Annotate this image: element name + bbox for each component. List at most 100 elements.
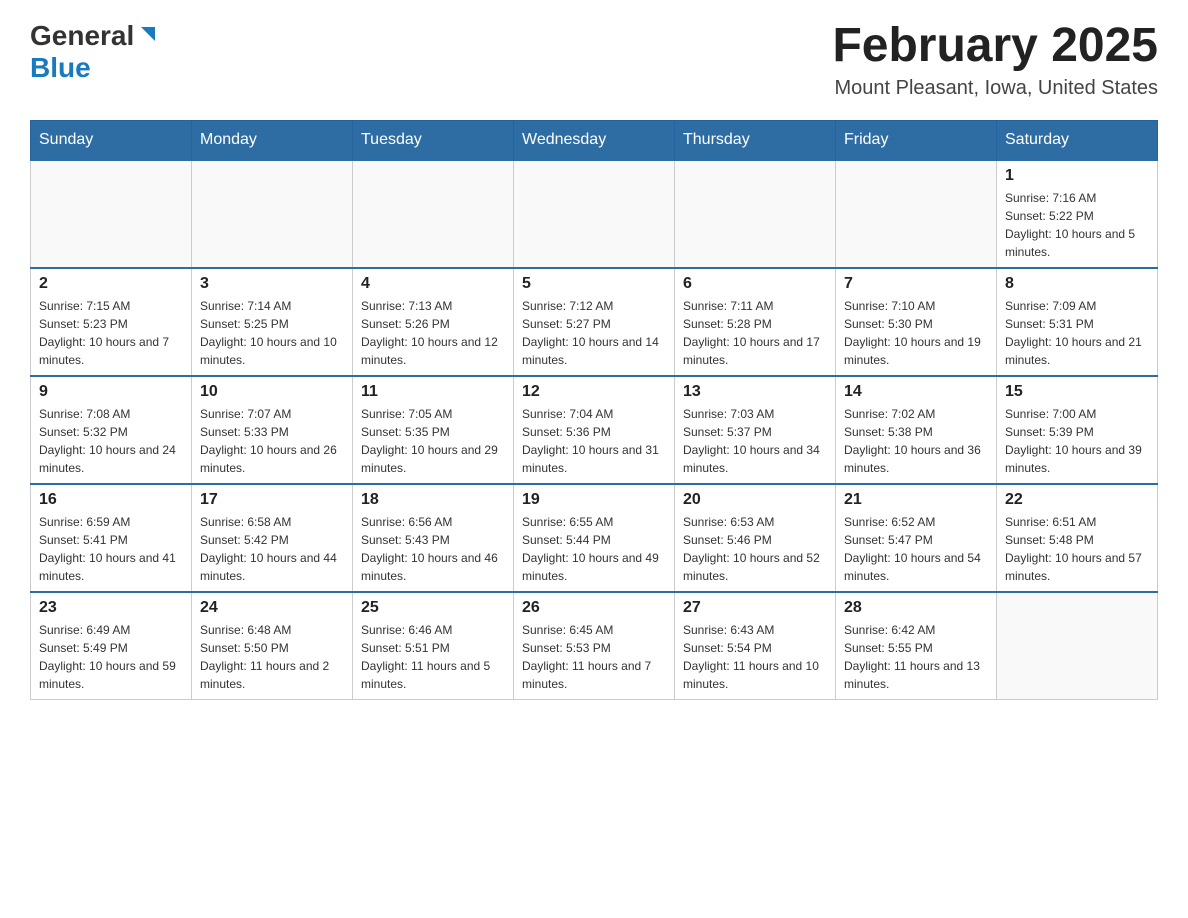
calendar-week-3: 9 Sunrise: 7:08 AMSunset: 5:32 PMDaylight…: [31, 376, 1158, 484]
calendar-cell: 16Sunrise: 6:59 AMSunset: 5:41 PMDayligh…: [31, 484, 192, 592]
logo-arrow-icon: [137, 23, 159, 50]
calendar-cell: 14 Sunrise: 7:02 AMSunset: 5:38 PMDayligh…: [836, 376, 997, 484]
calendar-cell: 5 Sunrise: 7:12 AMSunset: 5:27 PMDaylight…: [514, 268, 675, 376]
day-number: 16: [39, 491, 183, 509]
col-sunday: Sunday: [31, 120, 192, 160]
day-number: 18: [361, 491, 505, 509]
day-info: Sunrise: 7:05 AMSunset: 5:35 PMDaylight:…: [361, 405, 505, 477]
calendar-week-1: 1 Sunrise: 7:16 AMSunset: 5:22 PMDaylight…: [31, 160, 1158, 268]
calendar-cell: [997, 592, 1158, 700]
day-number: 28: [844, 599, 988, 617]
day-info: Sunrise: 7:09 AMSunset: 5:31 PMDaylight:…: [1005, 297, 1149, 369]
day-info: Sunrise: 6:42 AMSunset: 5:55 PMDaylight:…: [844, 621, 988, 693]
day-number: 5: [522, 275, 666, 293]
day-number: 23: [39, 599, 183, 617]
calendar-cell: [675, 160, 836, 268]
calendar-week-4: 16Sunrise: 6:59 AMSunset: 5:41 PMDayligh…: [31, 484, 1158, 592]
calendar-cell: [353, 160, 514, 268]
day-number: 9: [39, 383, 183, 401]
calendar-cell: 18 Sunrise: 6:56 AMSunset: 5:43 PMDayligh…: [353, 484, 514, 592]
day-number: 7: [844, 275, 988, 293]
calendar-cell: 20Sunrise: 6:53 AMSunset: 5:46 PMDayligh…: [675, 484, 836, 592]
calendar-cell: 6 Sunrise: 7:11 AMSunset: 5:28 PMDaylight…: [675, 268, 836, 376]
calendar-cell: 27Sunrise: 6:43 AMSunset: 5:54 PMDayligh…: [675, 592, 836, 700]
day-info: Sunrise: 7:11 AMSunset: 5:28 PMDaylight:…: [683, 297, 827, 369]
logo-blue-text: Blue: [30, 52, 91, 83]
day-info: Sunrise: 6:43 AMSunset: 5:54 PMDaylight:…: [683, 621, 827, 693]
day-info: Sunrise: 7:08 AMSunset: 5:32 PMDaylight:…: [39, 405, 183, 477]
col-wednesday: Wednesday: [514, 120, 675, 160]
day-number: 3: [200, 275, 344, 293]
calendar-cell: 21Sunrise: 6:52 AMSunset: 5:47 PMDayligh…: [836, 484, 997, 592]
day-number: 12: [522, 383, 666, 401]
day-info: Sunrise: 7:12 AMSunset: 5:27 PMDaylight:…: [522, 297, 666, 369]
day-info: Sunrise: 6:46 AMSunset: 5:51 PMDaylight:…: [361, 621, 505, 693]
calendar-cell: 12 Sunrise: 7:04 AMSunset: 5:36 PMDayligh…: [514, 376, 675, 484]
calendar-cell: 2Sunrise: 7:15 AMSunset: 5:23 PMDaylight…: [31, 268, 192, 376]
calendar-table: Sunday Monday Tuesday Wednesday Thursday…: [30, 120, 1158, 700]
title-block: February 2025 Mount Pleasant, Iowa, Unit…: [832, 20, 1158, 100]
calendar-header-row: Sunday Monday Tuesday Wednesday Thursday…: [31, 120, 1158, 160]
day-number: 15: [1005, 383, 1149, 401]
calendar-cell: [514, 160, 675, 268]
day-number: 22: [1005, 491, 1149, 509]
day-number: 17: [200, 491, 344, 509]
day-info: Sunrise: 6:55 AMSunset: 5:44 PMDaylight:…: [522, 513, 666, 585]
day-number: 14: [844, 383, 988, 401]
day-number: 6: [683, 275, 827, 293]
day-number: 26: [522, 599, 666, 617]
day-number: 1: [1005, 167, 1149, 185]
day-number: 8: [1005, 275, 1149, 293]
calendar-cell: 7 Sunrise: 7:10 AMSunset: 5:30 PMDaylight…: [836, 268, 997, 376]
day-info: Sunrise: 6:45 AMSunset: 5:53 PMDaylight:…: [522, 621, 666, 693]
day-info: Sunrise: 6:58 AMSunset: 5:42 PMDaylight:…: [200, 513, 344, 585]
day-info: Sunrise: 7:00 AMSunset: 5:39 PMDaylight:…: [1005, 405, 1149, 477]
day-number: 4: [361, 275, 505, 293]
calendar-week-2: 2Sunrise: 7:15 AMSunset: 5:23 PMDaylight…: [31, 268, 1158, 376]
calendar-cell: 19 Sunrise: 6:55 AMSunset: 5:44 PMDayligh…: [514, 484, 675, 592]
day-number: 25: [361, 599, 505, 617]
day-number: 2: [39, 275, 183, 293]
calendar-cell: 28 Sunrise: 6:42 AMSunset: 5:55 PMDayligh…: [836, 592, 997, 700]
day-number: 10: [200, 383, 344, 401]
col-thursday: Thursday: [675, 120, 836, 160]
logo: General Blue: [30, 20, 159, 84]
day-info: Sunrise: 7:02 AMSunset: 5:38 PMDaylight:…: [844, 405, 988, 477]
calendar-cell: 13Sunrise: 7:03 AMSunset: 5:37 PMDayligh…: [675, 376, 836, 484]
calendar-cell: 25 Sunrise: 6:46 AMSunset: 5:51 PMDayligh…: [353, 592, 514, 700]
calendar-cell: 15 Sunrise: 7:00 AMSunset: 5:39 PMDayligh…: [997, 376, 1158, 484]
calendar-cell: 22 Sunrise: 6:51 AMSunset: 5:48 PMDayligh…: [997, 484, 1158, 592]
col-friday: Friday: [836, 120, 997, 160]
day-info: Sunrise: 7:10 AMSunset: 5:30 PMDaylight:…: [844, 297, 988, 369]
calendar-week-5: 23 Sunrise: 6:49 AMSunset: 5:49 PMDayligh…: [31, 592, 1158, 700]
day-info: Sunrise: 7:16 AMSunset: 5:22 PMDaylight:…: [1005, 189, 1149, 261]
calendar-cell: 9 Sunrise: 7:08 AMSunset: 5:32 PMDaylight…: [31, 376, 192, 484]
day-info: Sunrise: 6:56 AMSunset: 5:43 PMDaylight:…: [361, 513, 505, 585]
day-info: Sunrise: 7:04 AMSunset: 5:36 PMDaylight:…: [522, 405, 666, 477]
calendar-cell: 8 Sunrise: 7:09 AMSunset: 5:31 PMDaylight…: [997, 268, 1158, 376]
calendar-cell: 17 Sunrise: 6:58 AMSunset: 5:42 PMDayligh…: [192, 484, 353, 592]
calendar-cell: 3 Sunrise: 7:14 AMSunset: 5:25 PMDaylight…: [192, 268, 353, 376]
calendar-cell: 1 Sunrise: 7:16 AMSunset: 5:22 PMDaylight…: [997, 160, 1158, 268]
calendar-cell: 23 Sunrise: 6:49 AMSunset: 5:49 PMDayligh…: [31, 592, 192, 700]
day-info: Sunrise: 7:14 AMSunset: 5:25 PMDaylight:…: [200, 297, 344, 369]
day-number: 24: [200, 599, 344, 617]
location-title: Mount Pleasant, Iowa, United States: [832, 77, 1158, 100]
day-number: 19: [522, 491, 666, 509]
day-info: Sunrise: 6:53 AMSunset: 5:46 PMDaylight:…: [683, 513, 827, 585]
day-info: Sunrise: 6:51 AMSunset: 5:48 PMDaylight:…: [1005, 513, 1149, 585]
day-number: 21: [844, 491, 988, 509]
day-number: 11: [361, 383, 505, 401]
calendar-cell: [836, 160, 997, 268]
calendar-cell: [31, 160, 192, 268]
day-number: 13: [683, 383, 827, 401]
day-info: Sunrise: 7:13 AMSunset: 5:26 PMDaylight:…: [361, 297, 505, 369]
col-saturday: Saturday: [997, 120, 1158, 160]
calendar-cell: 26 Sunrise: 6:45 AMSunset: 5:53 PMDayligh…: [514, 592, 675, 700]
day-info: Sunrise: 6:49 AMSunset: 5:49 PMDaylight:…: [39, 621, 183, 693]
calendar-cell: 11 Sunrise: 7:05 AMSunset: 5:35 PMDayligh…: [353, 376, 514, 484]
calendar-cell: 4 Sunrise: 7:13 AMSunset: 5:26 PMDaylight…: [353, 268, 514, 376]
calendar-cell: 10Sunrise: 7:07 AMSunset: 5:33 PMDayligh…: [192, 376, 353, 484]
page-header: General Blue February 2025 Mount Pleasan…: [30, 20, 1158, 100]
calendar-cell: [192, 160, 353, 268]
